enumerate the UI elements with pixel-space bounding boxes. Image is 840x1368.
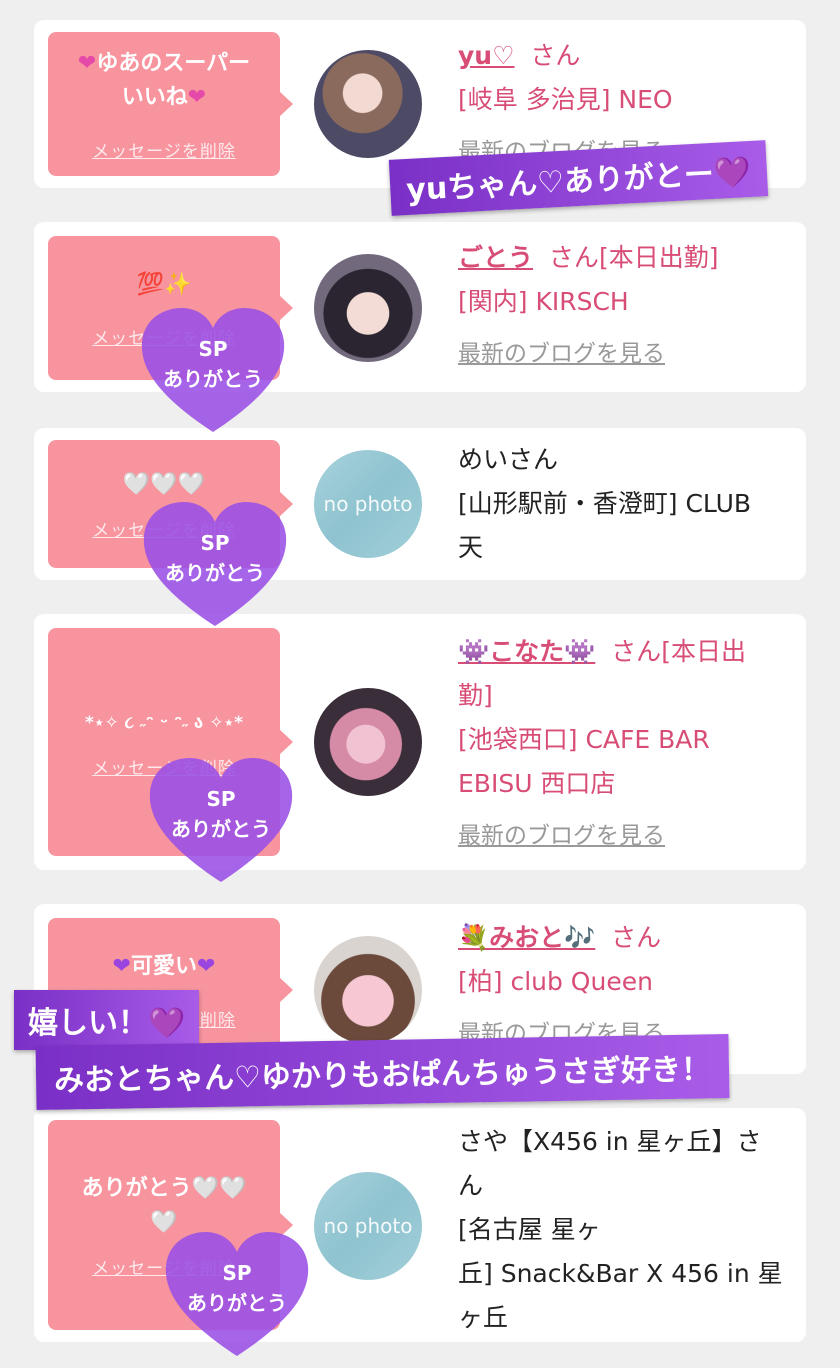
member-info: さや【X456 in 星ヶ丘】さ ん [名古屋 星ヶ 丘] Snack&Bar …: [458, 1120, 798, 1340]
purple-heart-icon: 💜: [148, 1006, 186, 1041]
message-card: ありがとう🤍🤍 🤍 メッセージを削除 no photo さや【X456 in 星…: [34, 1108, 806, 1342]
message-text: ❤可愛い❤: [112, 953, 216, 979]
purple-heart-icon: ❤: [112, 953, 131, 979]
shop-label-line2: EBISU 西口店: [458, 769, 616, 798]
no-photo-label: no photo: [323, 492, 413, 516]
sp-thanks-label: SP ありがとう: [163, 337, 263, 391]
status-label: [本日出: [661, 637, 746, 666]
member-name-link[interactable]: ごとう: [458, 243, 533, 272]
shop-label: [山形駅前・香澄町] CLUB: [458, 489, 752, 518]
purple-heart-icon: ❤: [197, 953, 216, 979]
heart-icon: ❤: [77, 50, 97, 76]
message-text: *⋆✧ ૮ ˶ᵔ ᵕ ᵔ˶ ა ✧⋆*: [84, 712, 244, 733]
comment-banner-mioto: みおとちゃん♡ゆかりもおぱんちゅうさぎ好き！: [35, 1033, 730, 1111]
message-text: 🤍🤍🤍: [122, 471, 206, 497]
shop-label-line2: 丘] Snack&Bar X 456 in 星: [458, 1259, 783, 1288]
status-label: [本日出勤]: [598, 243, 719, 272]
shop-label: [池袋西口] CAFE BAR: [458, 725, 710, 754]
avatar-no-photo[interactable]: no photo: [314, 450, 422, 558]
san-suffix: さん: [530, 41, 581, 70]
status-label-line2: 勤]: [458, 681, 493, 710]
sp-thanks-label: SP ありがとう: [165, 531, 265, 585]
sp-heart-sticker: SP ありがとう: [162, 1230, 312, 1360]
heart-icon: ❤: [187, 84, 207, 110]
avatar[interactable]: [314, 254, 422, 362]
no-photo-label: no photo: [323, 1214, 413, 1238]
shop-label: [柏] club Queen: [458, 967, 653, 996]
message-text: ❤ゆあのスーパー いいね❤: [77, 50, 251, 110]
avatar[interactable]: [314, 688, 422, 796]
member-name: めいさん: [458, 445, 559, 474]
sp-thanks-label: SP ありがとう: [171, 787, 271, 841]
happy-banner: 嬉しい！💜: [14, 990, 200, 1050]
latest-blog-link[interactable]: 最新のブログを見る: [458, 332, 798, 376]
member-name-link[interactable]: 👾こなた👾: [458, 637, 595, 666]
member-info: めいさん [山形駅前・香澄町] CLUB 天: [458, 438, 798, 570]
sp-thanks-label: SP ありがとう: [187, 1261, 287, 1315]
shop-label: [岐阜 多治見] NEO: [458, 85, 673, 114]
avatar[interactable]: [314, 936, 422, 1044]
message-text: 💯✨: [136, 271, 192, 297]
avatar[interactable]: [314, 50, 422, 158]
shop-label: [関内] KIRSCH: [458, 287, 629, 316]
member-info: ごとう さん[本日出勤] [関内] KIRSCH 最新のブログを見る: [458, 236, 798, 376]
sp-heart-sticker: SP ありがとう: [138, 306, 288, 436]
latest-blog-link[interactable]: 最新のブログを見る: [458, 814, 798, 858]
member-name-link[interactable]: yu♡: [458, 41, 515, 70]
shop-label: [名古屋 星ヶ: [458, 1215, 601, 1244]
member-info: 👾こなた👾 さん[本日出 勤] [池袋西口] CAFE BAR EBISU 西口…: [458, 630, 798, 858]
delete-message-link[interactable]: メッセージを削除: [92, 137, 236, 162]
shop-label-line3: ヶ丘: [458, 1303, 509, 1332]
shop-label-line2: 天: [458, 533, 484, 562]
message-bubble: ❤ゆあのスーパー いいね❤ メッセージを削除: [48, 32, 293, 176]
member-name-link[interactable]: 💐みおと🎶: [458, 923, 595, 952]
member-name: さや【X456 in 星ヶ丘】さ: [458, 1127, 762, 1156]
member-name-line2: ん: [458, 1171, 484, 1200]
avatar-no-photo[interactable]: no photo: [314, 1172, 422, 1280]
sp-heart-sticker: SP ありがとう: [140, 500, 290, 630]
purple-heart-icon: 💜: [712, 154, 753, 192]
sp-heart-sticker: SP ありがとう: [146, 756, 296, 886]
